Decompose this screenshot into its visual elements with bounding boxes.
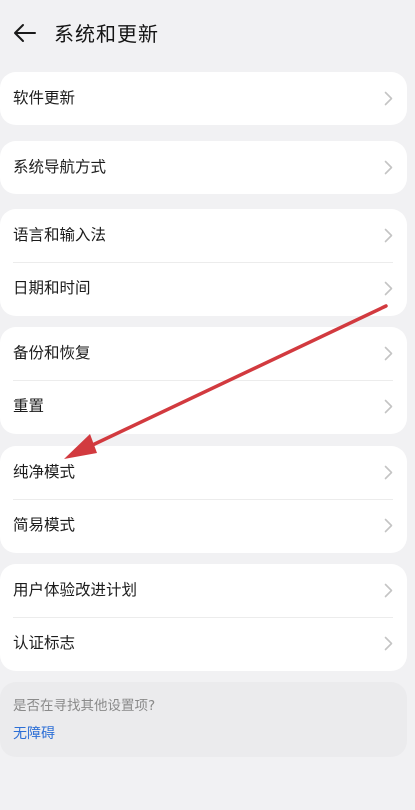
- settings-group-backup-reset: 备份和恢复 重置: [0, 327, 407, 434]
- chevron-right-icon: [384, 91, 393, 106]
- row-label: 系统导航方式: [13, 158, 107, 176]
- chevron-right-icon: [384, 281, 393, 296]
- row-label: 用户体验改进计划: [13, 581, 138, 599]
- row-label: 纯净模式: [13, 463, 76, 481]
- chevron-right-icon: [384, 228, 393, 243]
- row-label: 重置: [13, 397, 45, 415]
- chevron-right-icon: [384, 583, 393, 598]
- settings-row-software-update[interactable]: 软件更新: [0, 72, 407, 125]
- settings-row-simple-mode[interactable]: 简易模式: [0, 499, 407, 552]
- accessibility-link[interactable]: 无障碍: [13, 724, 55, 744]
- settings-group-update: 软件更新: [0, 72, 407, 125]
- chevron-right-icon: [384, 399, 393, 414]
- settings-row-backup-restore[interactable]: 备份和恢复: [0, 327, 407, 380]
- row-label: 备份和恢复: [13, 344, 91, 362]
- row-label: 认证标志: [13, 634, 76, 652]
- settings-group-modes: 纯净模式 简易模式: [0, 446, 407, 553]
- page-title: 系统和更新: [54, 22, 159, 46]
- row-label: 简易模式: [13, 516, 76, 534]
- settings-group-experience: 用户体验改进计划 认证标志: [0, 564, 407, 671]
- settings-row-system-navigation[interactable]: 系统导航方式: [0, 141, 407, 194]
- chevron-right-icon: [384, 160, 393, 175]
- settings-group-navigation: 系统导航方式: [0, 141, 407, 194]
- settings-row-certification[interactable]: 认证标志: [0, 617, 407, 670]
- settings-row-reset[interactable]: 重置: [0, 380, 407, 433]
- search-suggestion-question: 是否在寻找其他设置项?: [13, 698, 156, 714]
- arrow-left-icon: [14, 24, 36, 42]
- row-label: 软件更新: [13, 89, 76, 107]
- settings-group-language-time: 语言和输入法 日期和时间: [0, 209, 407, 316]
- header-bar: 系统和更新: [0, 0, 415, 70]
- settings-row-date-time[interactable]: 日期和时间: [0, 262, 407, 315]
- chevron-right-icon: [384, 636, 393, 651]
- back-button[interactable]: [8, 16, 42, 50]
- settings-row-language-input[interactable]: 语言和输入法: [0, 209, 407, 262]
- chevron-right-icon: [384, 346, 393, 361]
- chevron-right-icon: [384, 465, 393, 480]
- search-suggestion-card: 是否在寻找其他设置项? 无障碍: [0, 682, 407, 757]
- settings-row-user-experience[interactable]: 用户体验改进计划: [0, 564, 407, 617]
- settings-row-pure-mode[interactable]: 纯净模式: [0, 446, 407, 499]
- row-label: 语言和输入法: [13, 226, 107, 244]
- row-label: 日期和时间: [13, 279, 91, 297]
- chevron-right-icon: [384, 518, 393, 533]
